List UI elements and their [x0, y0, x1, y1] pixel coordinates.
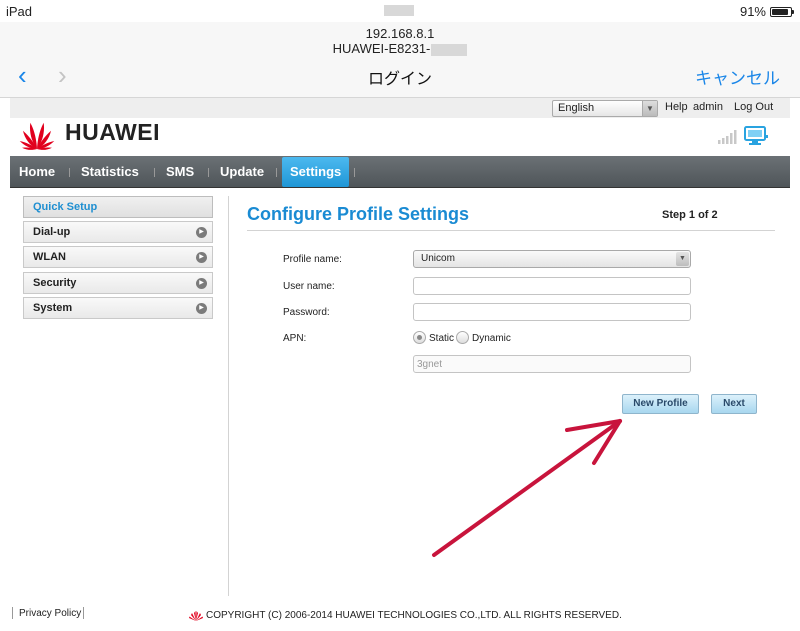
privacy-policy-link[interactable]: Privacy Policy	[19, 608, 81, 619]
sidebar-item-label: Quick Setup	[33, 201, 98, 213]
sidebar-item-dial-up[interactable]: Dial-up ▶	[23, 221, 213, 243]
page-title: Configure Profile Settings	[247, 204, 470, 224]
sidebar-item-label: Security	[33, 277, 77, 289]
apn-dynamic-label: Dynamic	[472, 333, 511, 344]
circle-arrow-right-icon: ▶	[196, 278, 207, 289]
page-device-name: HUAWEI-E8231-	[0, 41, 800, 56]
circle-arrow-right-icon: ▶	[196, 303, 207, 314]
sidebar-item-system[interactable]: System ▶	[23, 297, 213, 319]
url-host: 192.168.8.1	[365, 26, 435, 41]
menu-separator	[354, 168, 355, 177]
password-field-label: Password:	[283, 307, 330, 318]
huawei-logo-icon	[19, 122, 55, 150]
password-input[interactable]	[413, 303, 691, 321]
brand-header: HUAWEI	[10, 118, 790, 156]
device-name: iPad	[6, 4, 33, 19]
menu-separator	[154, 168, 155, 177]
content-divider	[228, 196, 229, 596]
sidebar-item-wlan[interactable]: WLAN ▶	[23, 246, 213, 268]
sidebar-item-quick-setup[interactable]: Quick Setup	[23, 196, 213, 218]
apn-label: APN:	[283, 333, 307, 344]
chevron-down-icon: ▼	[676, 252, 689, 266]
menu-statistics[interactable]: Statistics	[81, 156, 139, 188]
redacted-carrier	[384, 5, 414, 16]
menu-separator	[208, 168, 209, 177]
main-menu: Home Statistics SMS Update Settings	[10, 156, 790, 188]
footer-separator	[83, 607, 84, 619]
sidebar-item-label: Dial-up	[33, 226, 71, 238]
apn-static-radio[interactable]	[413, 331, 426, 344]
signal-strength-icon	[718, 130, 737, 144]
copyright-notice: COPYRIGHT (C) 2006-2014 HUAWEI TECHNOLOG…	[189, 610, 622, 621]
sheet-title: ログイン	[367, 71, 432, 88]
apn-input[interactable]	[413, 355, 691, 373]
profile-name-select[interactable]: Unicom ▼	[413, 250, 691, 268]
status-bar: iPad 91%	[0, 0, 800, 22]
apn-static-label: Static	[429, 333, 455, 344]
menu-sms[interactable]: SMS	[166, 156, 194, 188]
sidebar-item-label: WLAN	[33, 251, 66, 263]
menu-separator	[276, 168, 277, 177]
brand-name: HUAWEI	[65, 119, 160, 145]
language-select[interactable]: English ▼	[552, 100, 658, 117]
battery-indicator: 91%	[739, 4, 794, 19]
username-input[interactable]	[413, 277, 691, 295]
heading-divider	[247, 230, 775, 231]
redacted-device-suffix	[431, 43, 468, 56]
menu-update[interactable]: Update	[220, 156, 264, 188]
logout-link[interactable]: Log Out	[734, 101, 773, 113]
menu-home[interactable]: Home	[19, 156, 55, 188]
username-field-label: User name:	[283, 281, 335, 292]
language-value: English	[558, 102, 595, 114]
circle-arrow-right-icon: ▶	[196, 227, 207, 238]
monitor-connection-icon	[744, 126, 768, 145]
next-button[interactable]: Next	[711, 394, 757, 414]
battery-percent: 91%	[739, 4, 766, 19]
new-profile-button[interactable]: New Profile	[622, 394, 699, 414]
menu-settings[interactable]: Settings	[282, 157, 350, 187]
huawei-logo-icon	[189, 610, 203, 621]
menu-separator	[69, 168, 70, 177]
sidebar-item-label: System	[33, 302, 73, 314]
step-indicator: Step 1 of 2	[662, 209, 718, 221]
sidebar-item-security[interactable]: Security ▶	[23, 272, 213, 294]
battery-icon	[770, 6, 794, 17]
apn-dynamic-radio[interactable]	[456, 331, 469, 344]
circle-arrow-right-icon: ▶	[196, 252, 207, 263]
cancel-button[interactable]: キャンセル	[695, 64, 780, 89]
help-link[interactable]: Help	[665, 101, 688, 113]
footer-separator	[12, 607, 13, 619]
profile-name-label: Profile name:	[283, 254, 342, 265]
copyright-text: COPYRIGHT (C) 2006-2014 HUAWEI TECHNOLOG…	[206, 610, 622, 621]
router-top-bar: English ▼ Help admin Log Out	[10, 98, 790, 118]
login-sheet-header: 192.168.8.1 HUAWEI-E8231- ‹ › ログイン キャンセル	[0, 22, 800, 98]
username-label: admin	[693, 101, 723, 113]
chevron-down-icon: ▼	[642, 101, 657, 116]
profile-name-value: Unicom	[421, 253, 455, 264]
